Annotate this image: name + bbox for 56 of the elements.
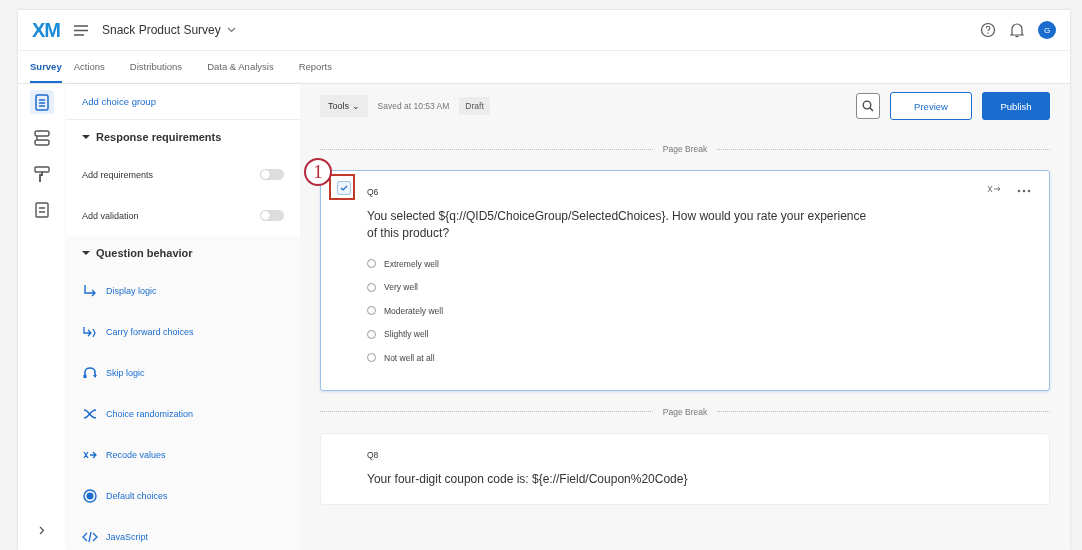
behavior-link[interactable]: Display logic (82, 270, 157, 311)
question-text: You selected ${q://QID5/ChoiceGroup/SelectedChoices}. How would you rate your experience of this product? (367, 208, 867, 242)
search-button[interactable] (856, 93, 880, 119)
default-icon (82, 487, 98, 504)
survey-icon[interactable] (30, 90, 54, 114)
question-card[interactable]: Q8 Your four-digit coupon code is: ${e://Field/Coupon%20Code} (320, 432, 1050, 505)
section-heading[interactable]: Question behavior (96, 247, 193, 259)
display-icon (82, 282, 98, 299)
chevron-down-icon[interactable] (226, 27, 236, 33)
choice-label: Slightly well (384, 329, 429, 340)
skip-icon (82, 364, 98, 381)
nav-tab[interactable]: Data & Analysis (207, 51, 287, 83)
nav-tab[interactable]: Reports (298, 51, 345, 83)
question-id: Q6 (367, 186, 379, 199)
nav-tab[interactable]: Survey (30, 51, 62, 83)
behavior-link[interactable]: Carry forward choices (82, 311, 194, 352)
caret-icon[interactable] (82, 134, 90, 140)
behavior-link[interactable]: Choice randomization (82, 393, 194, 434)
nav-tab[interactable]: Distributions (129, 51, 196, 83)
setting-label: Add requirements (82, 169, 154, 180)
choice-label: Moderately well (384, 305, 444, 316)
highlight-frame (329, 174, 355, 200)
behavior-link[interactable]: JavaScript (82, 516, 149, 550)
choice-label: Not well at all (384, 352, 435, 363)
menu-icon[interactable] (74, 24, 88, 36)
toggle-switch[interactable] (260, 169, 284, 180)
draft-badge: Draft (459, 97, 490, 115)
behavior-link[interactable]: Default choices (82, 475, 168, 516)
behavior-link[interactable]: Recode values (82, 434, 166, 475)
publish-button[interactable]: Publish (982, 92, 1050, 120)
toggle-switch[interactable] (260, 210, 284, 221)
question-text: Your four-digit coupon code is: ${e://Field/Coupon%20Code} (367, 470, 689, 488)
caret-icon[interactable] (82, 250, 90, 256)
choice-label: Extremely well (384, 258, 439, 269)
saved-status: Saved at 10:53 AM (377, 101, 450, 111)
callout-number: 1 (304, 158, 332, 186)
page-break-label: Page Break (662, 144, 708, 154)
user-avatar[interactable]: G (1038, 21, 1056, 39)
app-logo[interactable]: XM (32, 18, 60, 42)
question-id: Q8 (367, 448, 379, 462)
preview-button[interactable]: Preview (890, 92, 972, 120)
bell-icon[interactable] (1010, 22, 1024, 38)
recode-icon[interactable] (987, 185, 1001, 193)
nav-tab[interactable]: Actions (73, 51, 118, 83)
search-icon[interactable] (862, 100, 874, 112)
behavior-link[interactable]: Skip logic (82, 352, 145, 393)
question-card[interactable]: Q6 You selected ${q://QID5/ChoiceGroup/SelectedChoices}. How would you rate your experience of this product? Extremely well Very well Moderately well Slightly well Not well at all (320, 170, 1050, 391)
tools-dropdown[interactable]: Tools ⌄ (320, 95, 368, 117)
help-icon[interactable] (980, 22, 996, 38)
checkmark-icon (340, 184, 348, 192)
page-break-label: Page Break (662, 406, 708, 417)
checkbox[interactable] (337, 181, 351, 195)
survey-title[interactable]: Snack Product Survey (102, 23, 221, 37)
choice-label: Very well (384, 282, 418, 293)
setting-label: Add validation (82, 210, 139, 221)
section-heading[interactable]: Response requirements (96, 131, 222, 143)
